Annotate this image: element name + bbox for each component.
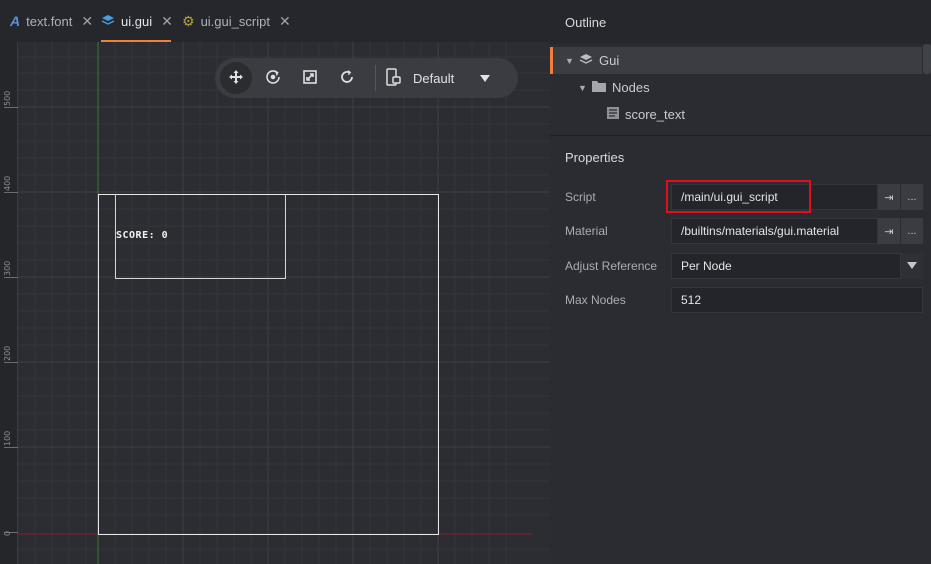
score-text: SCORE: 0 <box>116 230 169 241</box>
browse-script-button[interactable]: ... <box>901 184 923 210</box>
expand-icon[interactable]: ▼ <box>565 56 575 66</box>
ruler-tick <box>4 362 18 363</box>
outline-scrollbar[interactable] <box>923 44 931 74</box>
chevron-down-icon <box>907 260 917 272</box>
more-icon: ... <box>907 191 917 203</box>
tab-label: ui.gui <box>121 13 153 29</box>
expand-icon[interactable]: ▼ <box>578 83 588 93</box>
device-icon[interactable] <box>385 67 401 89</box>
outline-item-score-text[interactable]: score_text <box>550 101 922 128</box>
font-icon: A <box>10 13 21 29</box>
ruler-label: 200 <box>3 345 12 361</box>
outline-item-nodes[interactable]: ▼ Nodes <box>550 74 922 101</box>
tab-label: ui.gui_script <box>200 13 270 29</box>
vertical-ruler: 500 400 300 200 100 0 <box>0 42 18 564</box>
gui-icon <box>579 53 593 68</box>
scale-tool-button[interactable] <box>294 62 326 94</box>
outline-item-label: Nodes <box>612 80 650 95</box>
ruler-label: 100 <box>3 430 12 446</box>
material-field[interactable]: /builtins/materials/gui.material <box>671 218 878 244</box>
outline-item-label: Gui <box>599 53 620 68</box>
ruler-tick <box>4 277 18 278</box>
tab-ui-gui[interactable]: ui.gui ✕ <box>101 0 173 42</box>
ruler-label: 400 <box>3 175 12 191</box>
properties-header: Properties <box>550 135 931 175</box>
adjust-reference-select[interactable]: Per Node <box>671 253 901 279</box>
ruler-tick <box>4 107 18 108</box>
script-field[interactable]: /main/ui.gui_script <box>671 184 878 210</box>
close-icon[interactable]: ✕ <box>279 13 291 30</box>
close-icon[interactable]: ✕ <box>161 13 173 30</box>
ruler-label: 500 <box>3 90 12 106</box>
gui-icon <box>101 14 115 29</box>
reload-icon <box>339 69 355 88</box>
goto-icon: ⇥ <box>884 225 894 238</box>
move-tool-button[interactable] <box>220 62 252 94</box>
side-panel: Outline ▼ Gui ▼ Nodes score_text Propert… <box>550 0 931 564</box>
scale-icon <box>302 69 318 88</box>
ruler-label: 300 <box>3 260 12 276</box>
adjust-reference-dropdown[interactable] <box>901 253 923 279</box>
material-label: Material <box>565 224 608 238</box>
more-icon: ... <box>907 225 917 237</box>
outline-item-gui[interactable]: ▼ Gui <box>550 47 922 74</box>
editor-window: A text.font ✕ ui.gui ✕ ⚙ ui.gui_script ✕ <box>0 0 931 564</box>
rotate-tool-button[interactable] <box>257 62 289 94</box>
outline-tree: ▼ Gui ▼ Nodes score_text <box>550 44 931 134</box>
scene-editor: A text.font ✕ ui.gui ✕ ⚙ ui.gui_script ✕ <box>0 0 550 564</box>
tab-bar: A text.font ✕ ui.gui ✕ ⚙ ui.gui_script ✕ <box>0 0 550 42</box>
chevron-down-icon[interactable] <box>480 71 491 85</box>
tab-ui-gui-script[interactable]: ⚙ ui.gui_script ✕ <box>182 0 292 42</box>
max-nodes-label: Max Nodes <box>565 293 626 307</box>
layout-dropdown-label[interactable]: Default <box>413 71 454 86</box>
goto-material-button[interactable]: ⇥ <box>878 218 900 244</box>
browse-material-button[interactable]: ... <box>901 218 923 244</box>
adjust-reference-label: Adjust Reference <box>565 259 658 273</box>
scene-toolbar: Default <box>215 58 518 98</box>
goto-icon: ⇥ <box>884 191 894 204</box>
scene-viewport[interactable]: 500 400 300 200 100 0 SCORE: 0 Default <box>0 42 550 564</box>
script-label: Script <box>565 190 596 204</box>
move-icon <box>228 69 244 88</box>
gear-icon: ⚙ <box>182 12 195 29</box>
folder-icon <box>592 80 606 95</box>
tab-label: text.font <box>26 13 73 29</box>
ruler-tick <box>4 447 18 448</box>
ruler-tick <box>4 192 18 193</box>
max-nodes-field[interactable]: 512 <box>671 287 923 313</box>
goto-script-button[interactable]: ⇥ <box>878 184 900 210</box>
close-icon[interactable]: ✕ <box>81 13 93 30</box>
tab-text-font[interactable]: A text.font ✕ <box>10 0 93 42</box>
rotate-icon <box>265 69 281 88</box>
toolbar-separator <box>375 65 376 91</box>
outline-header: Outline <box>550 0 931 44</box>
outline-item-label: score_text <box>625 107 685 122</box>
ruler-label: 0 <box>3 530 12 536</box>
reload-tool-button[interactable] <box>331 62 363 94</box>
text-node-icon <box>607 107 619 122</box>
